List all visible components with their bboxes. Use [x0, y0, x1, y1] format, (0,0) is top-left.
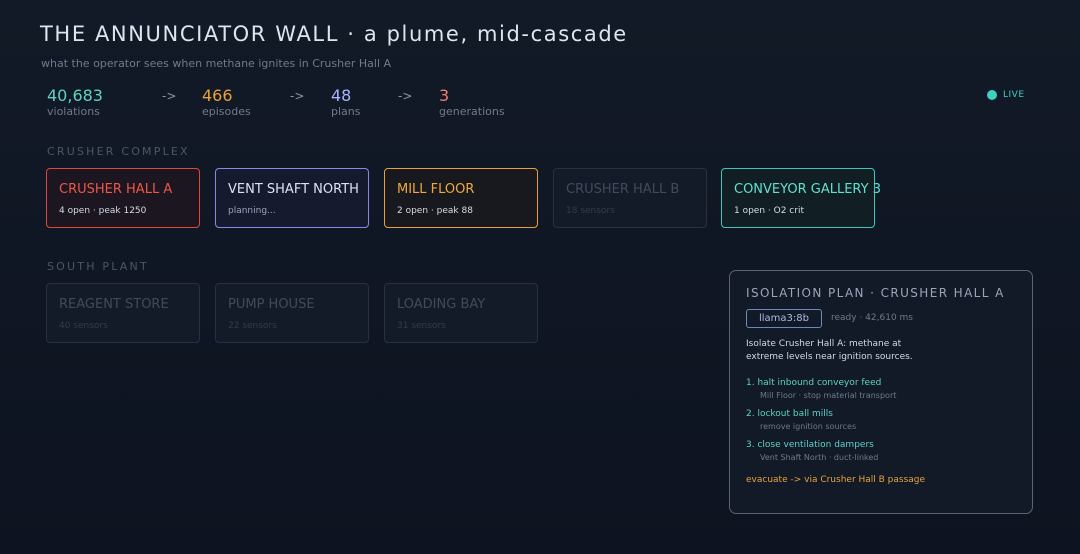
zone-info: planning... — [228, 206, 276, 216]
zone-name: CONVEYOR GALLERY 3 — [734, 182, 881, 197]
plan-step: 3. close ventilation dampers Vent Shaft … — [746, 440, 878, 462]
zone-name: PUMP HOUSE — [228, 297, 315, 312]
stat-label: generations — [439, 105, 505, 118]
step-action: 1. halt inbound conveyor feed — [746, 378, 882, 388]
zone-info: 4 open · peak 1250 — [59, 206, 147, 216]
evacuate-route: evacuate -> via Crusher Hall B passage — [746, 475, 926, 485]
live-dot-icon — [987, 90, 997, 100]
zone-card-pump-house[interactable]: PUMP HOUSE 22 sensors — [215, 283, 369, 343]
zone-card-loading-bay[interactable]: LOADING BAY 31 sensors — [384, 283, 538, 343]
zone-name: CRUSHER HALL A — [59, 182, 173, 197]
stat-value: 466 — [202, 86, 233, 105]
page-title: THE ANNUNCIATOR WALL · a plume, mid-casc… — [40, 22, 628, 46]
zone-info: 2 open · peak 88 — [397, 206, 473, 216]
zone-card-reagent-store[interactable]: REAGENT STORE 40 sensors — [46, 283, 200, 343]
zone-name: REAGENT STORE — [59, 297, 169, 312]
page-subtitle: what the operator sees when methane igni… — [41, 57, 392, 70]
zone-name: MILL FLOOR — [397, 182, 475, 197]
stat-label: plans — [331, 105, 361, 118]
section-crusher-complex: CRUSHER COMPLEX — [47, 145, 190, 158]
stat-label: episodes — [202, 105, 251, 118]
model-badge: llama3:8b — [746, 309, 822, 328]
stat-generations: 3 generations — [439, 86, 505, 119]
stat-plans: 48 plans — [331, 86, 360, 119]
zone-info: 40 sensors — [59, 321, 108, 331]
zone-info: 31 sensors — [397, 321, 446, 331]
zone-card-conveyor-gallery-3[interactable]: CONVEYOR GALLERY 3 1 open · O2 crit — [721, 168, 881, 228]
isolation-plan-panel: ISOLATION PLAN · CRUSHER HALL A llama3:8… — [729, 270, 1033, 514]
step-detail: remove ignition sources — [760, 422, 857, 431]
section-south-plant: SOUTH PLANT — [47, 260, 149, 273]
pipeline-stats: 40,683 violations -> 466 episodes -> 48 … — [47, 86, 527, 122]
stat-episodes: 466 episodes — [202, 86, 251, 119]
zone-name: VENT SHAFT NORTH — [228, 182, 359, 197]
plan-step: 2. lockout ball mills remove ignition so… — [746, 409, 856, 431]
step-detail: Vent Shaft North · duct-linked — [760, 453, 879, 462]
zone-name: LOADING BAY — [397, 297, 486, 312]
plan-title: ISOLATION PLAN · CRUSHER HALL A — [746, 286, 1005, 300]
zone-card-vent-shaft-north[interactable]: VENT SHAFT NORTH planning... — [215, 168, 369, 228]
pipeline-arrow: -> — [162, 89, 177, 103]
zone-info: 22 sensors — [228, 321, 277, 331]
zone-card-mill-floor[interactable]: MILL FLOOR 2 open · peak 88 — [384, 168, 538, 228]
stat-value: 48 — [331, 86, 352, 105]
step-action: 2. lockout ball mills — [746, 409, 833, 419]
stat-value: 3 — [439, 86, 450, 105]
live-label: LIVE — [1003, 90, 1025, 100]
step-action: 3. close ventilation dampers — [746, 440, 874, 450]
zone-info: 1 open · O2 crit — [734, 206, 804, 216]
stat-violations: 40,683 violations — [47, 86, 103, 119]
stat-label: violations — [47, 105, 100, 118]
pipeline-arrow: -> — [290, 89, 305, 103]
plan-step: 1. halt inbound conveyor feed Mill Floor… — [746, 378, 896, 400]
zone-name: CRUSHER HALL B — [566, 182, 680, 197]
zone-card-crusher-hall-a[interactable]: CRUSHER HALL A 4 open · peak 1250 — [46, 168, 200, 228]
stat-value: 40,683 — [47, 86, 103, 105]
step-detail: Mill Floor · stop material transport — [760, 391, 897, 400]
plan-summary: Isolate Crusher Hall A: methane at extre… — [746, 339, 913, 362]
plan-status: ready · 42,610 ms — [831, 313, 913, 323]
pipeline-arrow: -> — [398, 89, 413, 103]
zone-card-crusher-hall-b[interactable]: CRUSHER HALL B 18 sensors — [553, 168, 707, 228]
zone-info: 18 sensors — [566, 206, 615, 216]
live-indicator: LIVE — [987, 90, 1025, 100]
